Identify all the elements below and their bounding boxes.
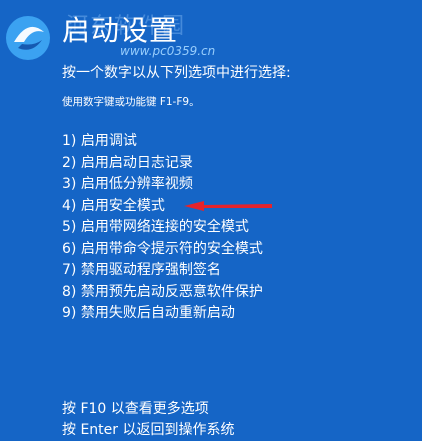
option-boot-logging[interactable]: 2) 启用启动日志记录 xyxy=(62,153,263,175)
option-safe-mode-networking[interactable]: 5) 启用带网络连接的安全模式 xyxy=(62,217,263,239)
red-arrow-icon xyxy=(184,201,272,211)
key-hint: 使用数字键或功能键 F1-F9。 xyxy=(62,96,200,108)
option-disable-antimalware[interactable]: 8) 禁用预先启动反恶意软件保护 xyxy=(62,282,263,304)
option-debugging[interactable]: 1) 启用调试 xyxy=(62,131,263,153)
option-disable-auto-restart[interactable]: 9) 禁用失败后自动重新启动 xyxy=(62,303,263,325)
startup-settings-screen: 河东软件园 启动设置 www.pc0359.cn 按一个数字以从下列选项中进行选… xyxy=(0,0,422,440)
option-disable-driver-signature[interactable]: 7) 禁用驱动程序强制签名 xyxy=(62,260,263,282)
return-to-os-hint[interactable]: 按 Enter 以返回到操作系统 xyxy=(62,420,234,441)
site-logo-icon xyxy=(6,16,50,60)
page-title: 启动设置 xyxy=(62,14,179,47)
option-safe-mode-command-prompt[interactable]: 6) 启用带命令提示符的安全模式 xyxy=(62,239,263,261)
footer: 按 F10 以查看更多选项 按 Enter 以返回到操作系统 xyxy=(62,399,234,441)
options-list: 1) 启用调试 2) 启用启动日志记录 3) 启用低分辨率视频 4) 启用安全模… xyxy=(62,131,263,325)
instruction-text: 按一个数字以从下列选项中进行选择: xyxy=(62,65,291,81)
more-options-hint[interactable]: 按 F10 以查看更多选项 xyxy=(62,399,234,420)
option-low-resolution-video[interactable]: 3) 启用低分辨率视频 xyxy=(62,174,263,196)
watermark-site: www.pc0359.cn xyxy=(120,44,216,58)
